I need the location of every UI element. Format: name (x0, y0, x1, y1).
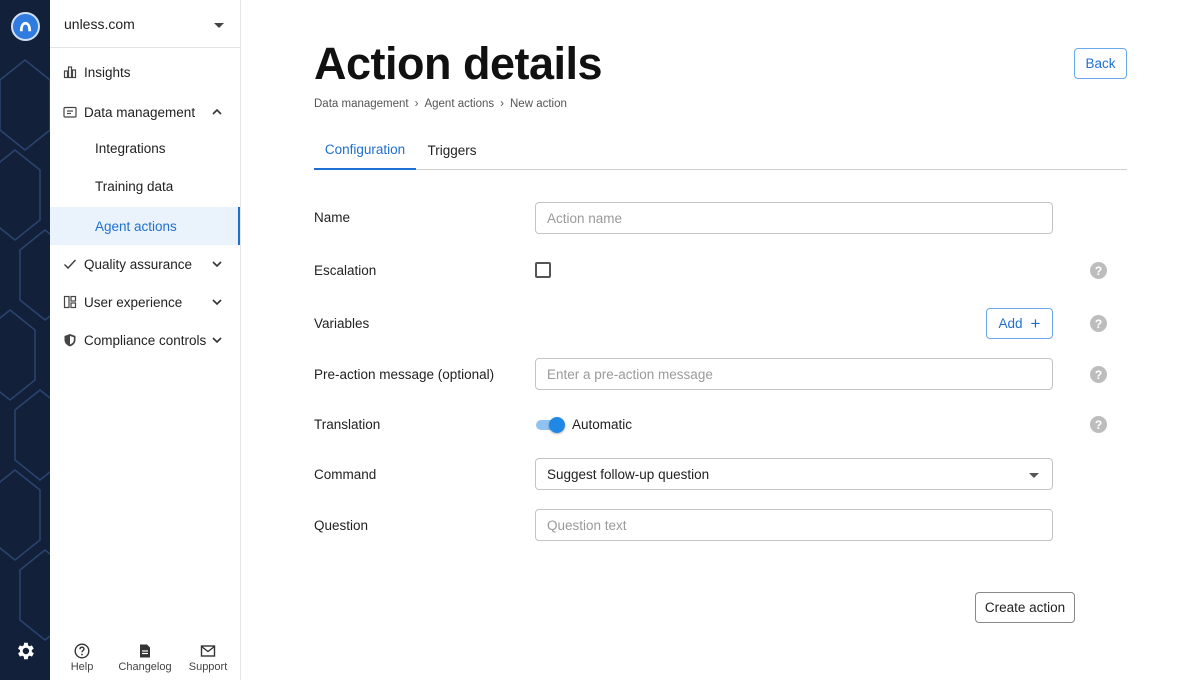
pre-action-help-icon[interactable]: ? (1090, 366, 1107, 383)
plus-icon: + (1030, 313, 1041, 333)
action-name-input[interactable] (535, 202, 1053, 234)
breadcrumb-item-data-management[interactable]: Data management (314, 98, 409, 110)
toggle-knob (549, 417, 565, 433)
add-variable-label: Add (998, 316, 1023, 331)
dropdown-arrow-icon (1029, 473, 1039, 478)
shield-icon (64, 334, 76, 347)
sidebar: unless.com Insights Data management Inte… (50, 0, 241, 680)
create-action-button[interactable]: Create action (975, 592, 1075, 623)
translation-help-icon[interactable]: ? (1090, 416, 1107, 433)
sidebar-item-integrations[interactable]: Integrations (50, 129, 240, 167)
help-circle-icon (74, 643, 90, 659)
variables-label: Variables (314, 316, 370, 331)
logo-icon (19, 21, 32, 32)
folder-icon (63, 106, 77, 118)
sidebar-item-label: Data management (84, 104, 196, 120)
breadcrumb-item-agent-actions[interactable]: Agent actions (424, 98, 494, 110)
sidebar-item-insights[interactable]: Insights (50, 53, 240, 91)
sidebar-item-label: Agent actions (95, 218, 177, 234)
escalation-checkbox[interactable] (535, 262, 551, 278)
layout-icon (63, 295, 77, 309)
tab-configuration[interactable]: Configuration (314, 130, 416, 170)
sidebar-item-label: Integrations (95, 140, 166, 156)
translation-label: Translation (314, 417, 381, 432)
sidebar-item-user-experience[interactable]: User experience (50, 283, 240, 321)
breadcrumb: Data management › Agent actions › New ac… (314, 98, 567, 110)
chevron-down-icon[interactable] (211, 258, 223, 270)
back-button[interactable]: Back (1074, 48, 1127, 79)
caret-down-icon (214, 23, 224, 28)
pre-action-message-label: Pre-action message (optional) (314, 367, 495, 382)
chevron-down-icon[interactable] (211, 334, 223, 346)
sidebar-item-label: Quality assurance (84, 256, 193, 272)
escalation-label: Escalation (314, 263, 377, 278)
help-label: Help (70, 661, 94, 673)
tab-bar: Configuration Triggers (314, 130, 1127, 170)
chevron-down-icon[interactable] (211, 296, 223, 308)
mail-icon (200, 645, 216, 657)
sidebar-item-label: Compliance controls (84, 332, 207, 348)
sidebar-item-label: Training data (95, 178, 174, 194)
sidebar-item-label: Insights (84, 64, 131, 80)
sidebar-item-training-data[interactable]: Training data (50, 167, 240, 205)
translation-toggle-label: Automatic (572, 417, 633, 432)
escalation-help-icon[interactable]: ? (1090, 262, 1107, 279)
changelog-link[interactable]: Changelog (115, 640, 175, 673)
sidebar-footer: Help Changelog Support (50, 640, 240, 680)
help-link[interactable]: Help (52, 640, 112, 673)
sidebar-item-data-management[interactable]: Data management (50, 93, 240, 131)
org-name: unless.com (64, 15, 135, 32)
question-text-input[interactable] (535, 509, 1053, 541)
sidebar-item-agent-actions[interactable]: Agent actions (50, 207, 240, 245)
chevron-up-icon[interactable] (211, 106, 223, 118)
support-link[interactable]: Support (178, 640, 238, 673)
name-label: Name (314, 210, 351, 225)
rail-background-pattern (0, 59, 50, 641)
tab-triggers[interactable]: Triggers (416, 130, 488, 170)
bar-chart-icon (63, 66, 77, 79)
sidebar-item-label: User experience (84, 294, 183, 310)
app-logo[interactable] (11, 12, 40, 41)
variables-help-icon[interactable]: ? (1090, 315, 1107, 332)
translation-toggle[interactable] (536, 417, 566, 433)
add-variable-button[interactable]: Add + (986, 308, 1053, 339)
support-label: Support (188, 661, 228, 673)
question-label: Question (314, 518, 369, 533)
org-switcher[interactable]: unless.com (50, 0, 240, 48)
breadcrumb-item-new-action: New action (510, 98, 567, 110)
changelog-label: Changelog (118, 661, 172, 673)
document-icon (140, 644, 150, 658)
command-select[interactable]: Suggest follow-up question (535, 458, 1053, 490)
settings-gear-icon[interactable] (14, 640, 36, 662)
pre-action-message-input[interactable] (535, 358, 1053, 390)
breadcrumb-separator: › (500, 98, 504, 110)
app-rail (0, 0, 50, 680)
sidebar-item-quality-assurance[interactable]: Quality assurance (50, 245, 240, 283)
sidebar-item-compliance-controls[interactable]: Compliance controls (50, 321, 240, 359)
checkmark-icon (63, 259, 77, 270)
breadcrumb-separator: › (414, 98, 419, 110)
command-label: Command (314, 467, 377, 482)
command-selected-value: Suggest follow-up question (547, 466, 710, 482)
page-title: Action details (314, 38, 603, 89)
